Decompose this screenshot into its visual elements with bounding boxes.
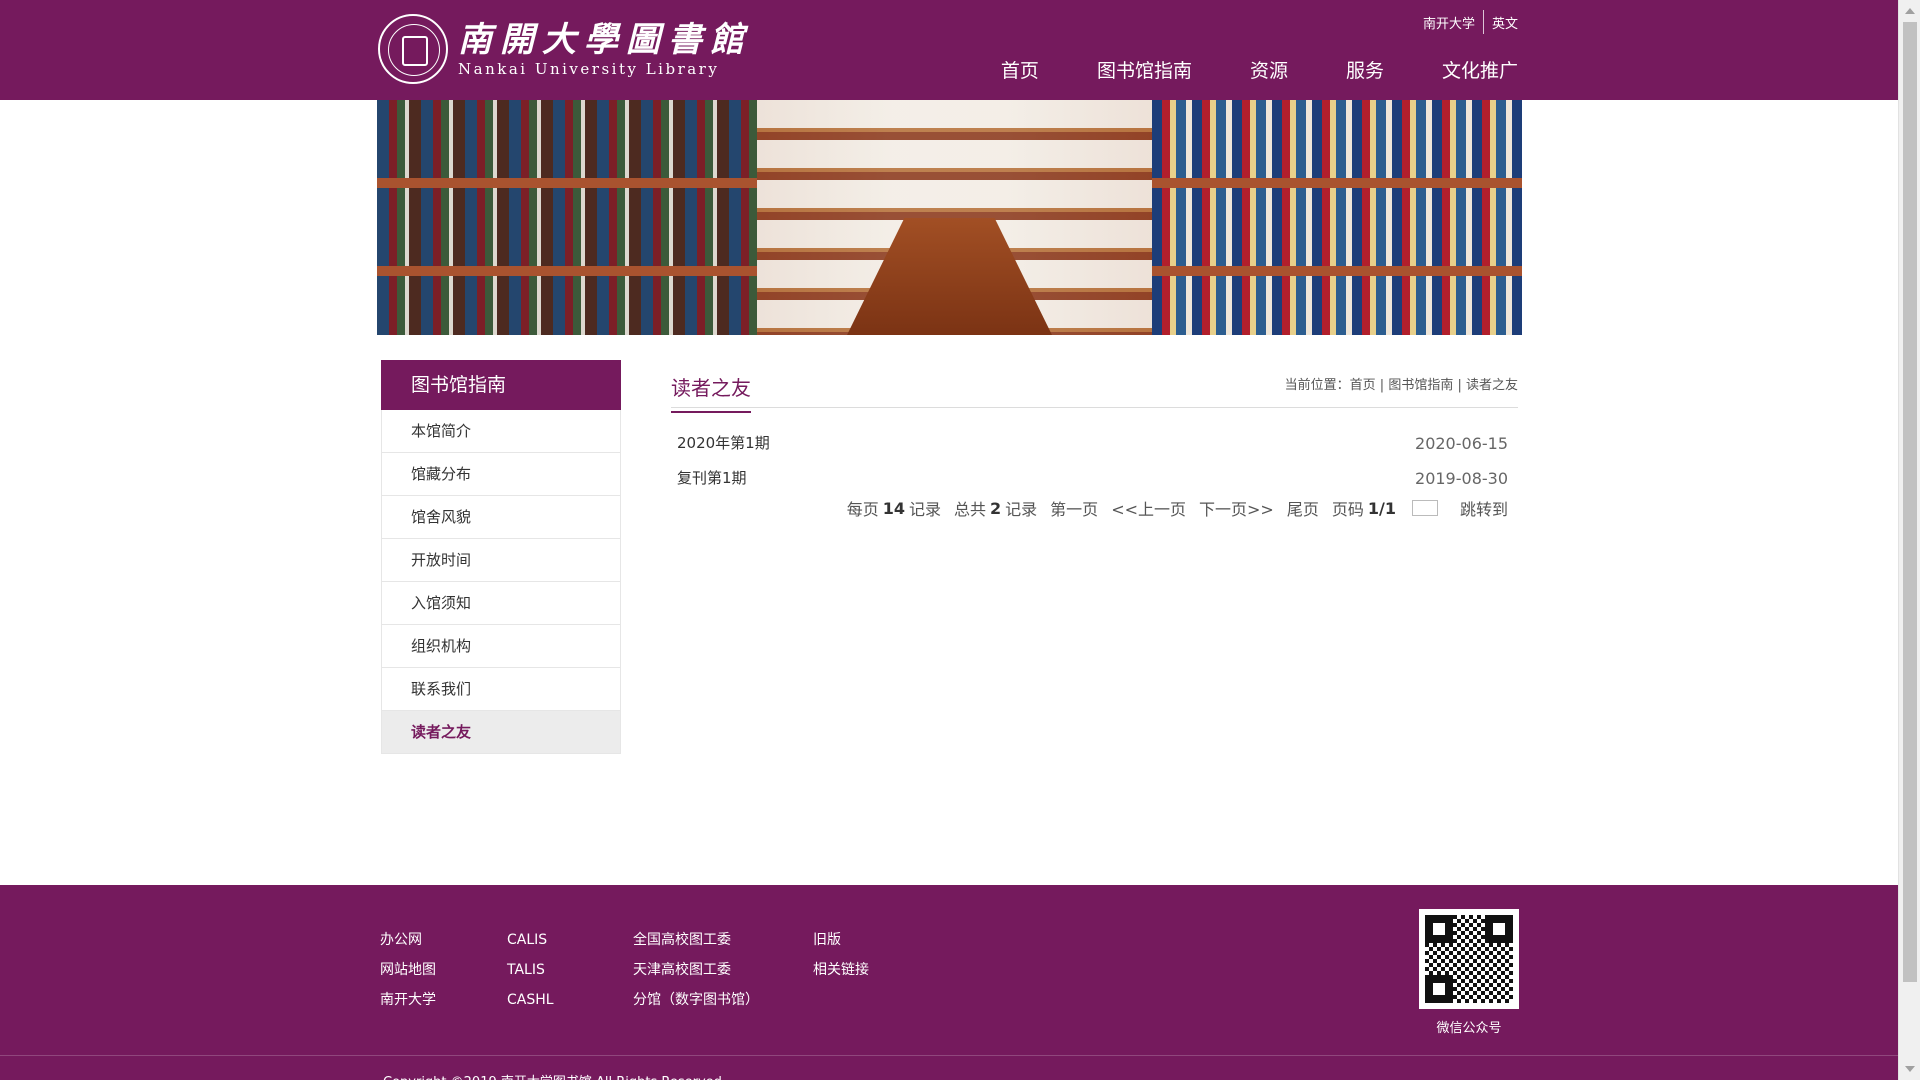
pager-records-label: 记录: [1005, 500, 1038, 519]
logo-english-name: Nankai University Library: [458, 60, 720, 78]
pager-total-value: 2: [990, 498, 1002, 518]
article-date: 2020-06-15: [1415, 434, 1508, 453]
site-logo[interactable]: 南開大學圖書館 Nankai University Library: [378, 14, 752, 84]
banner-image: [377, 100, 1522, 335]
footer-column: 办公网 网站地图 南开大学: [380, 925, 507, 1015]
nav-services[interactable]: 服务: [1346, 56, 1384, 83]
qr-code-label: 微信公众号: [1436, 1021, 1502, 1036]
sidebar-item-organization[interactable]: 组织机构: [381, 625, 621, 668]
bookshelf-left: [377, 100, 757, 335]
footer-links: 办公网 网站地图 南开大学 CALIS TALIS CASHL 全国高校图工委 …: [380, 925, 913, 1015]
pager-previous-page[interactable]: <<上一页: [1111, 496, 1186, 520]
nav-culture-promotion[interactable]: 文化推广: [1442, 56, 1518, 83]
sidebar: 图书馆指南 本馆简介 馆藏分布 馆舍风貌 开放时间 入馆须知 组织机构 联系我们…: [381, 360, 621, 754]
list-item: 2020年第1期 2020-06-15: [671, 426, 1518, 461]
qr-code-icon: [1425, 915, 1513, 1003]
pager-total-label: 总共: [954, 500, 987, 519]
sidebar-item-building-views[interactable]: 馆舍风貌: [381, 496, 621, 539]
sidebar-item-contact-us[interactable]: 联系我们: [381, 668, 621, 711]
footer-link-related-links[interactable]: 相关链接: [813, 955, 913, 985]
footer-link-old-version[interactable]: 旧版: [813, 925, 913, 955]
sidebar-item-readers-friend[interactable]: 读者之友: [381, 711, 621, 754]
pager-first-page[interactable]: 第一页: [1050, 496, 1098, 520]
pager-page-value: 1/1: [1367, 498, 1396, 518]
top-links: 南开大学 英文: [1423, 10, 1518, 34]
sidebar-item-entry-notice[interactable]: 入馆须知: [381, 582, 621, 625]
pager-last-page[interactable]: 尾页: [1287, 496, 1319, 520]
footer-column: 全国高校图工委 天津高校图工委 分馆（数字图书馆）: [633, 925, 813, 1015]
bookshelf-right: [1152, 100, 1522, 335]
footer-link-sitemap[interactable]: 网站地图: [380, 955, 507, 985]
footer-column: CALIS TALIS CASHL: [507, 925, 633, 1015]
nav-resources[interactable]: 资源: [1250, 56, 1288, 83]
article-list: 2020年第1期 2020-06-15 复刊第1期 2019-08-30: [671, 426, 1518, 496]
breadcrumb-separator: |: [1375, 378, 1389, 393]
scroll-up-arrow-icon[interactable]: [1905, 8, 1915, 14]
title-divider: [671, 407, 1518, 408]
pagination: 每页 14 记录 总共 2 记录 第一页 <<上一页 下一页>> 尾页 页码 1…: [847, 496, 1508, 520]
footer-column: 旧版 相关链接: [813, 925, 913, 1015]
copyright: Copyright ©2019 南开大学图书馆 All Rights Reser…: [383, 1071, 722, 1080]
footer-link-branch-library[interactable]: 分馆（数字图书馆）: [633, 985, 813, 1015]
scroll-down-arrow-icon[interactable]: [1905, 1066, 1915, 1072]
article-date: 2019-08-30: [1415, 469, 1508, 488]
sidebar-item-opening-hours[interactable]: 开放时间: [381, 539, 621, 582]
scrollbar-thumb[interactable]: [1903, 22, 1917, 982]
article-title-link[interactable]: 2020年第1期: [677, 426, 770, 461]
breadcrumb-home[interactable]: 首页: [1350, 378, 1376, 393]
top-link-english[interactable]: 英文: [1492, 13, 1518, 32]
pager-jump-input[interactable]: [1411, 500, 1438, 516]
page-scrollbar[interactable]: [1898, 0, 1920, 1080]
logo-chinese-name: 南開大學圖書館: [458, 20, 752, 60]
pager-per-page-label: 每页: [846, 500, 879, 519]
breadcrumb-prefix: 当前位置：: [1284, 378, 1350, 393]
site-footer: 办公网 网站地图 南开大学 CALIS TALIS CASHL 全国高校图工委 …: [0, 885, 1898, 1080]
footer-link-nankai[interactable]: 南开大学: [380, 985, 507, 1015]
sidebar-item-about[interactable]: 本馆简介: [381, 410, 621, 453]
pager-next-page[interactable]: 下一页>>: [1199, 496, 1274, 520]
footer-link-talis[interactable]: TALIS: [507, 955, 633, 985]
breadcrumb-current[interactable]: 读者之友: [1466, 378, 1518, 393]
sidebar-title: 图书馆指南: [381, 360, 621, 410]
pager-records-label: 记录: [908, 500, 941, 519]
footer-link-calis[interactable]: CALIS: [507, 925, 633, 955]
pager-per-page-value: 14: [882, 498, 905, 518]
logo-text: 南開大學圖書館 Nankai University Library: [458, 20, 752, 78]
nav-home[interactable]: 首页: [1001, 56, 1039, 83]
sidebar-item-collection-distribution[interactable]: 馆藏分布: [381, 453, 621, 496]
pager-jump-button[interactable]: 跳转到: [1460, 496, 1508, 520]
wechat-qr-code: [1419, 909, 1519, 1009]
footer-link-office[interactable]: 办公网: [380, 925, 507, 955]
top-link-divider: [1482, 10, 1484, 34]
site-header: 南開大學圖書館 Nankai University Library 南开大学 英…: [0, 0, 1898, 100]
footer-divider: [0, 1055, 1898, 1056]
footer-link-cashl[interactable]: CASHL: [507, 985, 633, 1015]
university-seal-icon: [378, 14, 448, 84]
footer-link-national-committee[interactable]: 全国高校图工委: [633, 925, 813, 955]
nav-library-guide[interactable]: 图书馆指南: [1097, 56, 1192, 83]
pager-page-label: 页码: [1331, 500, 1364, 519]
top-link-nankai-university[interactable]: 南开大学: [1423, 13, 1475, 32]
list-item: 复刊第1期 2019-08-30: [671, 461, 1518, 496]
article-title-link[interactable]: 复刊第1期: [677, 461, 747, 496]
breadcrumb-separator: |: [1453, 378, 1466, 393]
footer-link-tianjin-committee[interactable]: 天津高校图工委: [633, 955, 813, 985]
main-nav: 首页 图书馆指南 资源 服务 文化推广: [1001, 56, 1518, 83]
breadcrumb: 当前位置：首页 | 图书馆指南 | 读者之友: [1285, 374, 1518, 393]
breadcrumb-library-guide[interactable]: 图书馆指南: [1388, 378, 1453, 393]
